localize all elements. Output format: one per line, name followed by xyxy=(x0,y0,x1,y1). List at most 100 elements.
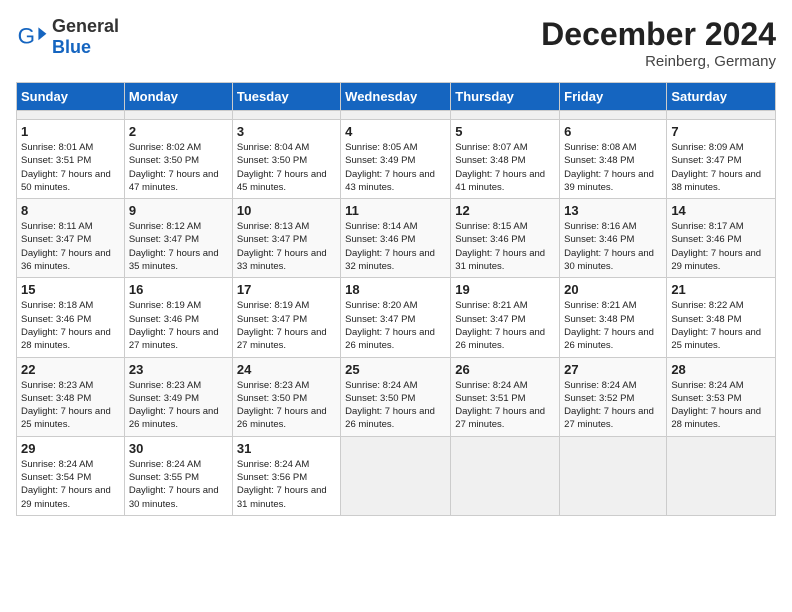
sunset-label: Sunset: 3:47 PM xyxy=(237,234,307,245)
calendar-week-3: 8 Sunrise: 8:11 AM Sunset: 3:47 PM Dayli… xyxy=(17,199,776,278)
day-number: 12 xyxy=(455,203,555,218)
daylight-label: Daylight: 7 hours and 25 minutes. xyxy=(671,327,761,351)
daylight-label: Daylight: 7 hours and 28 minutes. xyxy=(21,327,111,351)
day-number: 4 xyxy=(345,124,446,139)
calendar-cell: 14 Sunrise: 8:17 AM Sunset: 3:46 PM Dayl… xyxy=(667,199,776,278)
logo-text: General Blue xyxy=(52,16,119,58)
day-info: Sunrise: 8:13 AM Sunset: 3:47 PM Dayligh… xyxy=(237,220,336,273)
day-number: 31 xyxy=(237,441,336,456)
day-number: 11 xyxy=(345,203,446,218)
day-number: 21 xyxy=(671,282,771,297)
day-number: 17 xyxy=(237,282,336,297)
day-info: Sunrise: 8:24 AM Sunset: 3:51 PM Dayligh… xyxy=(455,379,555,432)
day-number: 27 xyxy=(564,362,662,377)
calendar-cell: 10 Sunrise: 8:13 AM Sunset: 3:47 PM Dayl… xyxy=(232,199,340,278)
day-info: Sunrise: 8:21 AM Sunset: 3:47 PM Dayligh… xyxy=(455,299,555,352)
calendar-cell xyxy=(232,111,340,120)
daylight-label: Daylight: 7 hours and 26 minutes. xyxy=(345,406,435,430)
daylight-label: Daylight: 7 hours and 36 minutes. xyxy=(21,248,111,272)
daylight-label: Daylight: 7 hours and 31 minutes. xyxy=(455,248,545,272)
sunrise-label: Sunrise: 8:14 AM xyxy=(345,221,417,232)
sunset-label: Sunset: 3:51 PM xyxy=(455,393,525,404)
sunrise-label: Sunrise: 8:23 AM xyxy=(21,380,93,391)
sunrise-label: Sunrise: 8:18 AM xyxy=(21,300,93,311)
calendar-cell: 24 Sunrise: 8:23 AM Sunset: 3:50 PM Dayl… xyxy=(232,357,340,436)
day-info: Sunrise: 8:19 AM Sunset: 3:46 PM Dayligh… xyxy=(129,299,228,352)
sunset-label: Sunset: 3:47 PM xyxy=(455,314,525,325)
sunset-label: Sunset: 3:47 PM xyxy=(237,314,307,325)
calendar-cell: 8 Sunrise: 8:11 AM Sunset: 3:47 PM Dayli… xyxy=(17,199,125,278)
daylight-label: Daylight: 7 hours and 30 minutes. xyxy=(129,485,219,509)
day-info: Sunrise: 8:05 AM Sunset: 3:49 PM Dayligh… xyxy=(345,141,446,194)
sunset-label: Sunset: 3:53 PM xyxy=(671,393,741,404)
day-info: Sunrise: 8:20 AM Sunset: 3:47 PM Dayligh… xyxy=(345,299,446,352)
page-header: G General Blue December 2024 Reinberg, G… xyxy=(16,16,776,70)
daylight-label: Daylight: 7 hours and 26 minutes. xyxy=(237,406,327,430)
day-number: 28 xyxy=(671,362,771,377)
day-number: 7 xyxy=(671,124,771,139)
calendar-week-1 xyxy=(17,111,776,120)
calendar-cell: 3 Sunrise: 8:04 AM Sunset: 3:50 PM Dayli… xyxy=(232,120,340,199)
sunrise-label: Sunrise: 8:24 AM xyxy=(129,459,201,470)
header-wednesday: Wednesday xyxy=(341,83,451,111)
calendar-cell xyxy=(667,436,776,515)
sunset-label: Sunset: 3:50 PM xyxy=(129,155,199,166)
daylight-label: Daylight: 7 hours and 26 minutes. xyxy=(455,327,545,351)
calendar-cell: 18 Sunrise: 8:20 AM Sunset: 3:47 PM Dayl… xyxy=(341,278,451,357)
sunset-label: Sunset: 3:48 PM xyxy=(564,155,634,166)
calendar-cell xyxy=(341,436,451,515)
sunrise-label: Sunrise: 8:12 AM xyxy=(129,221,201,232)
daylight-label: Daylight: 7 hours and 38 minutes. xyxy=(671,169,761,193)
calendar-cell xyxy=(451,436,560,515)
calendar-cell xyxy=(560,436,667,515)
day-info: Sunrise: 8:23 AM Sunset: 3:48 PM Dayligh… xyxy=(21,379,120,432)
day-info: Sunrise: 8:07 AM Sunset: 3:48 PM Dayligh… xyxy=(455,141,555,194)
day-number: 20 xyxy=(564,282,662,297)
header-monday: Monday xyxy=(124,83,232,111)
calendar-cell: 12 Sunrise: 8:15 AM Sunset: 3:46 PM Dayl… xyxy=(451,199,560,278)
day-number: 16 xyxy=(129,282,228,297)
day-info: Sunrise: 8:24 AM Sunset: 3:52 PM Dayligh… xyxy=(564,379,662,432)
sunrise-label: Sunrise: 8:24 AM xyxy=(564,380,636,391)
calendar-table: SundayMondayTuesdayWednesdayThursdayFrid… xyxy=(16,82,776,516)
sunset-label: Sunset: 3:48 PM xyxy=(455,155,525,166)
sunset-label: Sunset: 3:48 PM xyxy=(564,314,634,325)
sunset-label: Sunset: 3:47 PM xyxy=(671,155,741,166)
daylight-label: Daylight: 7 hours and 43 minutes. xyxy=(345,169,435,193)
sunrise-label: Sunrise: 8:04 AM xyxy=(237,142,309,153)
day-number: 9 xyxy=(129,203,228,218)
sunrise-label: Sunrise: 8:08 AM xyxy=(564,142,636,153)
sunrise-label: Sunrise: 8:02 AM xyxy=(129,142,201,153)
logo: G General Blue xyxy=(16,16,119,58)
sunset-label: Sunset: 3:46 PM xyxy=(455,234,525,245)
location: Reinberg, Germany xyxy=(541,53,776,70)
sunset-label: Sunset: 3:46 PM xyxy=(21,314,91,325)
header-sunday: Sunday xyxy=(17,83,125,111)
sunset-label: Sunset: 3:46 PM xyxy=(129,314,199,325)
day-number: 10 xyxy=(237,203,336,218)
month-title: December 2024 xyxy=(541,16,776,53)
daylight-label: Daylight: 7 hours and 26 minutes. xyxy=(129,406,219,430)
sunset-label: Sunset: 3:49 PM xyxy=(129,393,199,404)
daylight-label: Daylight: 7 hours and 27 minutes. xyxy=(237,327,327,351)
day-info: Sunrise: 8:16 AM Sunset: 3:46 PM Dayligh… xyxy=(564,220,662,273)
calendar-cell: 11 Sunrise: 8:14 AM Sunset: 3:46 PM Dayl… xyxy=(341,199,451,278)
sunrise-label: Sunrise: 8:24 AM xyxy=(345,380,417,391)
day-number: 6 xyxy=(564,124,662,139)
header-saturday: Saturday xyxy=(667,83,776,111)
day-info: Sunrise: 8:17 AM Sunset: 3:46 PM Dayligh… xyxy=(671,220,771,273)
calendar-cell: 29 Sunrise: 8:24 AM Sunset: 3:54 PM Dayl… xyxy=(17,436,125,515)
day-number: 15 xyxy=(21,282,120,297)
calendar-cell xyxy=(124,111,232,120)
day-info: Sunrise: 8:24 AM Sunset: 3:56 PM Dayligh… xyxy=(237,458,336,511)
calendar-cell xyxy=(17,111,125,120)
sunrise-label: Sunrise: 8:19 AM xyxy=(129,300,201,311)
calendar-cell xyxy=(341,111,451,120)
sunset-label: Sunset: 3:51 PM xyxy=(21,155,91,166)
logo-general: General xyxy=(52,16,119,37)
day-info: Sunrise: 8:02 AM Sunset: 3:50 PM Dayligh… xyxy=(129,141,228,194)
sunset-label: Sunset: 3:56 PM xyxy=(237,472,307,483)
sunrise-label: Sunrise: 8:13 AM xyxy=(237,221,309,232)
calendar-cell: 26 Sunrise: 8:24 AM Sunset: 3:51 PM Dayl… xyxy=(451,357,560,436)
calendar-cell xyxy=(451,111,560,120)
